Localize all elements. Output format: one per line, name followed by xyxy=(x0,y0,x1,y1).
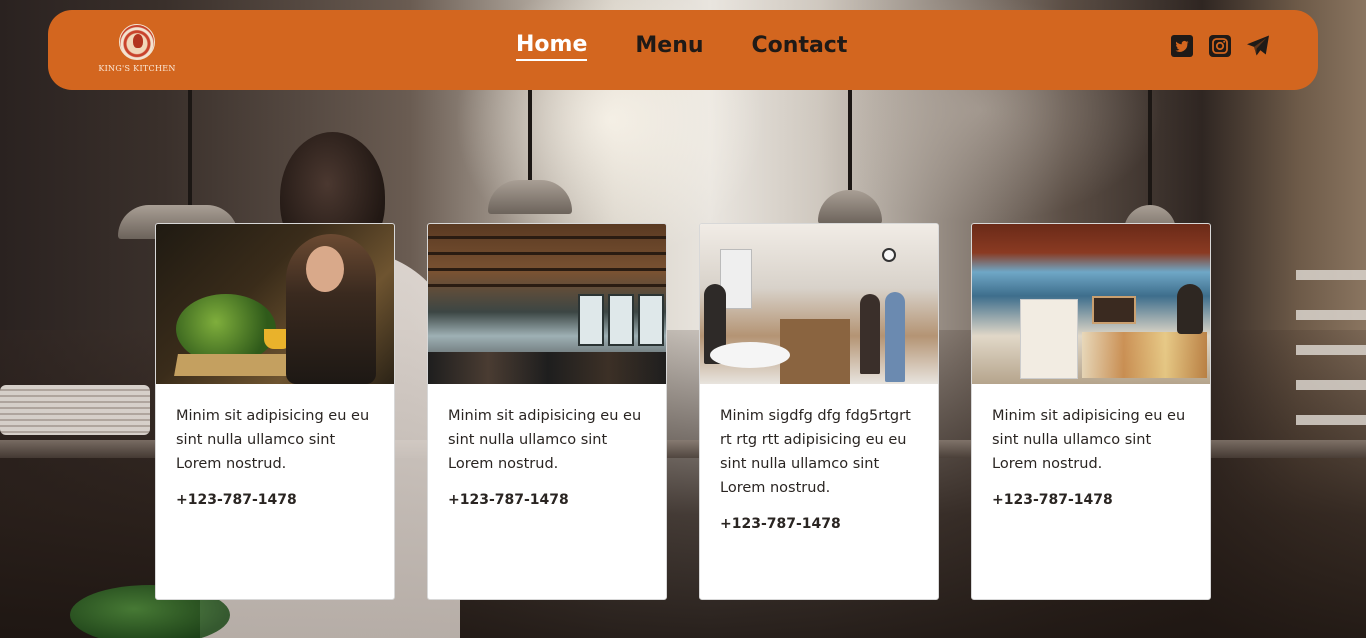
main-nav: Home Menu Contact xyxy=(516,32,847,61)
tray-rack xyxy=(1296,345,1366,355)
instagram-icon xyxy=(1209,35,1231,57)
nav-link-home[interactable]: Home xyxy=(516,32,588,61)
card-list: Minim sit adipisicing eu eu sint nulla u… xyxy=(155,223,1211,600)
cafe-counter-photo xyxy=(700,224,938,384)
card-description: Minim sit adipisicing eu eu sint nulla u… xyxy=(448,408,642,472)
pendant-lamp-cord xyxy=(1148,90,1152,210)
telegram-icon xyxy=(1247,35,1269,56)
instagram-link[interactable] xyxy=(1208,34,1232,58)
pendant-lamp-shade xyxy=(488,180,572,214)
tray-rack xyxy=(1296,270,1366,280)
telegram-link[interactable] xyxy=(1246,34,1270,58)
coffee-shop-display-photo xyxy=(972,224,1210,384)
twitter-icon xyxy=(1171,35,1193,57)
info-card: Minim sit adipisicing eu eu sint nulla u… xyxy=(155,223,395,600)
social-links xyxy=(1170,34,1270,58)
twitter-link[interactable] xyxy=(1170,34,1194,58)
navbar: KING'S KITCHEN Home Menu Contact xyxy=(48,10,1318,90)
card-description: Minim sigdfg dfg fdg5rtgrt rt rtg rtt ad… xyxy=(720,408,911,496)
plate-stack xyxy=(0,385,150,435)
card-phone: +123-787-1478 xyxy=(720,516,841,532)
card-phone: +123-787-1478 xyxy=(992,492,1113,508)
tray-rack xyxy=(1296,415,1366,425)
info-card: Minim sit adipisicing eu eu sint nulla u… xyxy=(971,223,1211,600)
tray-rack xyxy=(1296,380,1366,390)
info-card: Minim sit adipisicing eu eu sint nulla u… xyxy=(427,223,667,600)
restaurant-interior-photo xyxy=(428,224,666,384)
card-description: Minim sit adipisicing eu eu sint nulla u… xyxy=(992,408,1186,472)
pendant-lamp-cord xyxy=(188,90,192,210)
rooster-logo-icon xyxy=(119,24,155,60)
nav-link-contact[interactable]: Contact xyxy=(752,33,848,60)
tray-rack xyxy=(1296,310,1366,320)
nav-link-menu[interactable]: Menu xyxy=(635,33,703,60)
pendant-lamp-cord xyxy=(848,90,852,200)
brand-name: KING'S KITCHEN xyxy=(98,64,176,73)
card-description: Minim sit adipisicing eu eu sint nulla u… xyxy=(176,408,370,472)
card-phone: +123-787-1478 xyxy=(448,492,569,508)
info-card: Minim sigdfg dfg fdg5rtgrt rt rtg rtt ad… xyxy=(699,223,939,600)
card-phone: +123-787-1478 xyxy=(176,492,297,508)
woman-dining-photo xyxy=(156,224,394,384)
brand-logo[interactable]: KING'S KITCHEN xyxy=(98,24,176,78)
pendant-lamp-cord xyxy=(528,90,532,185)
